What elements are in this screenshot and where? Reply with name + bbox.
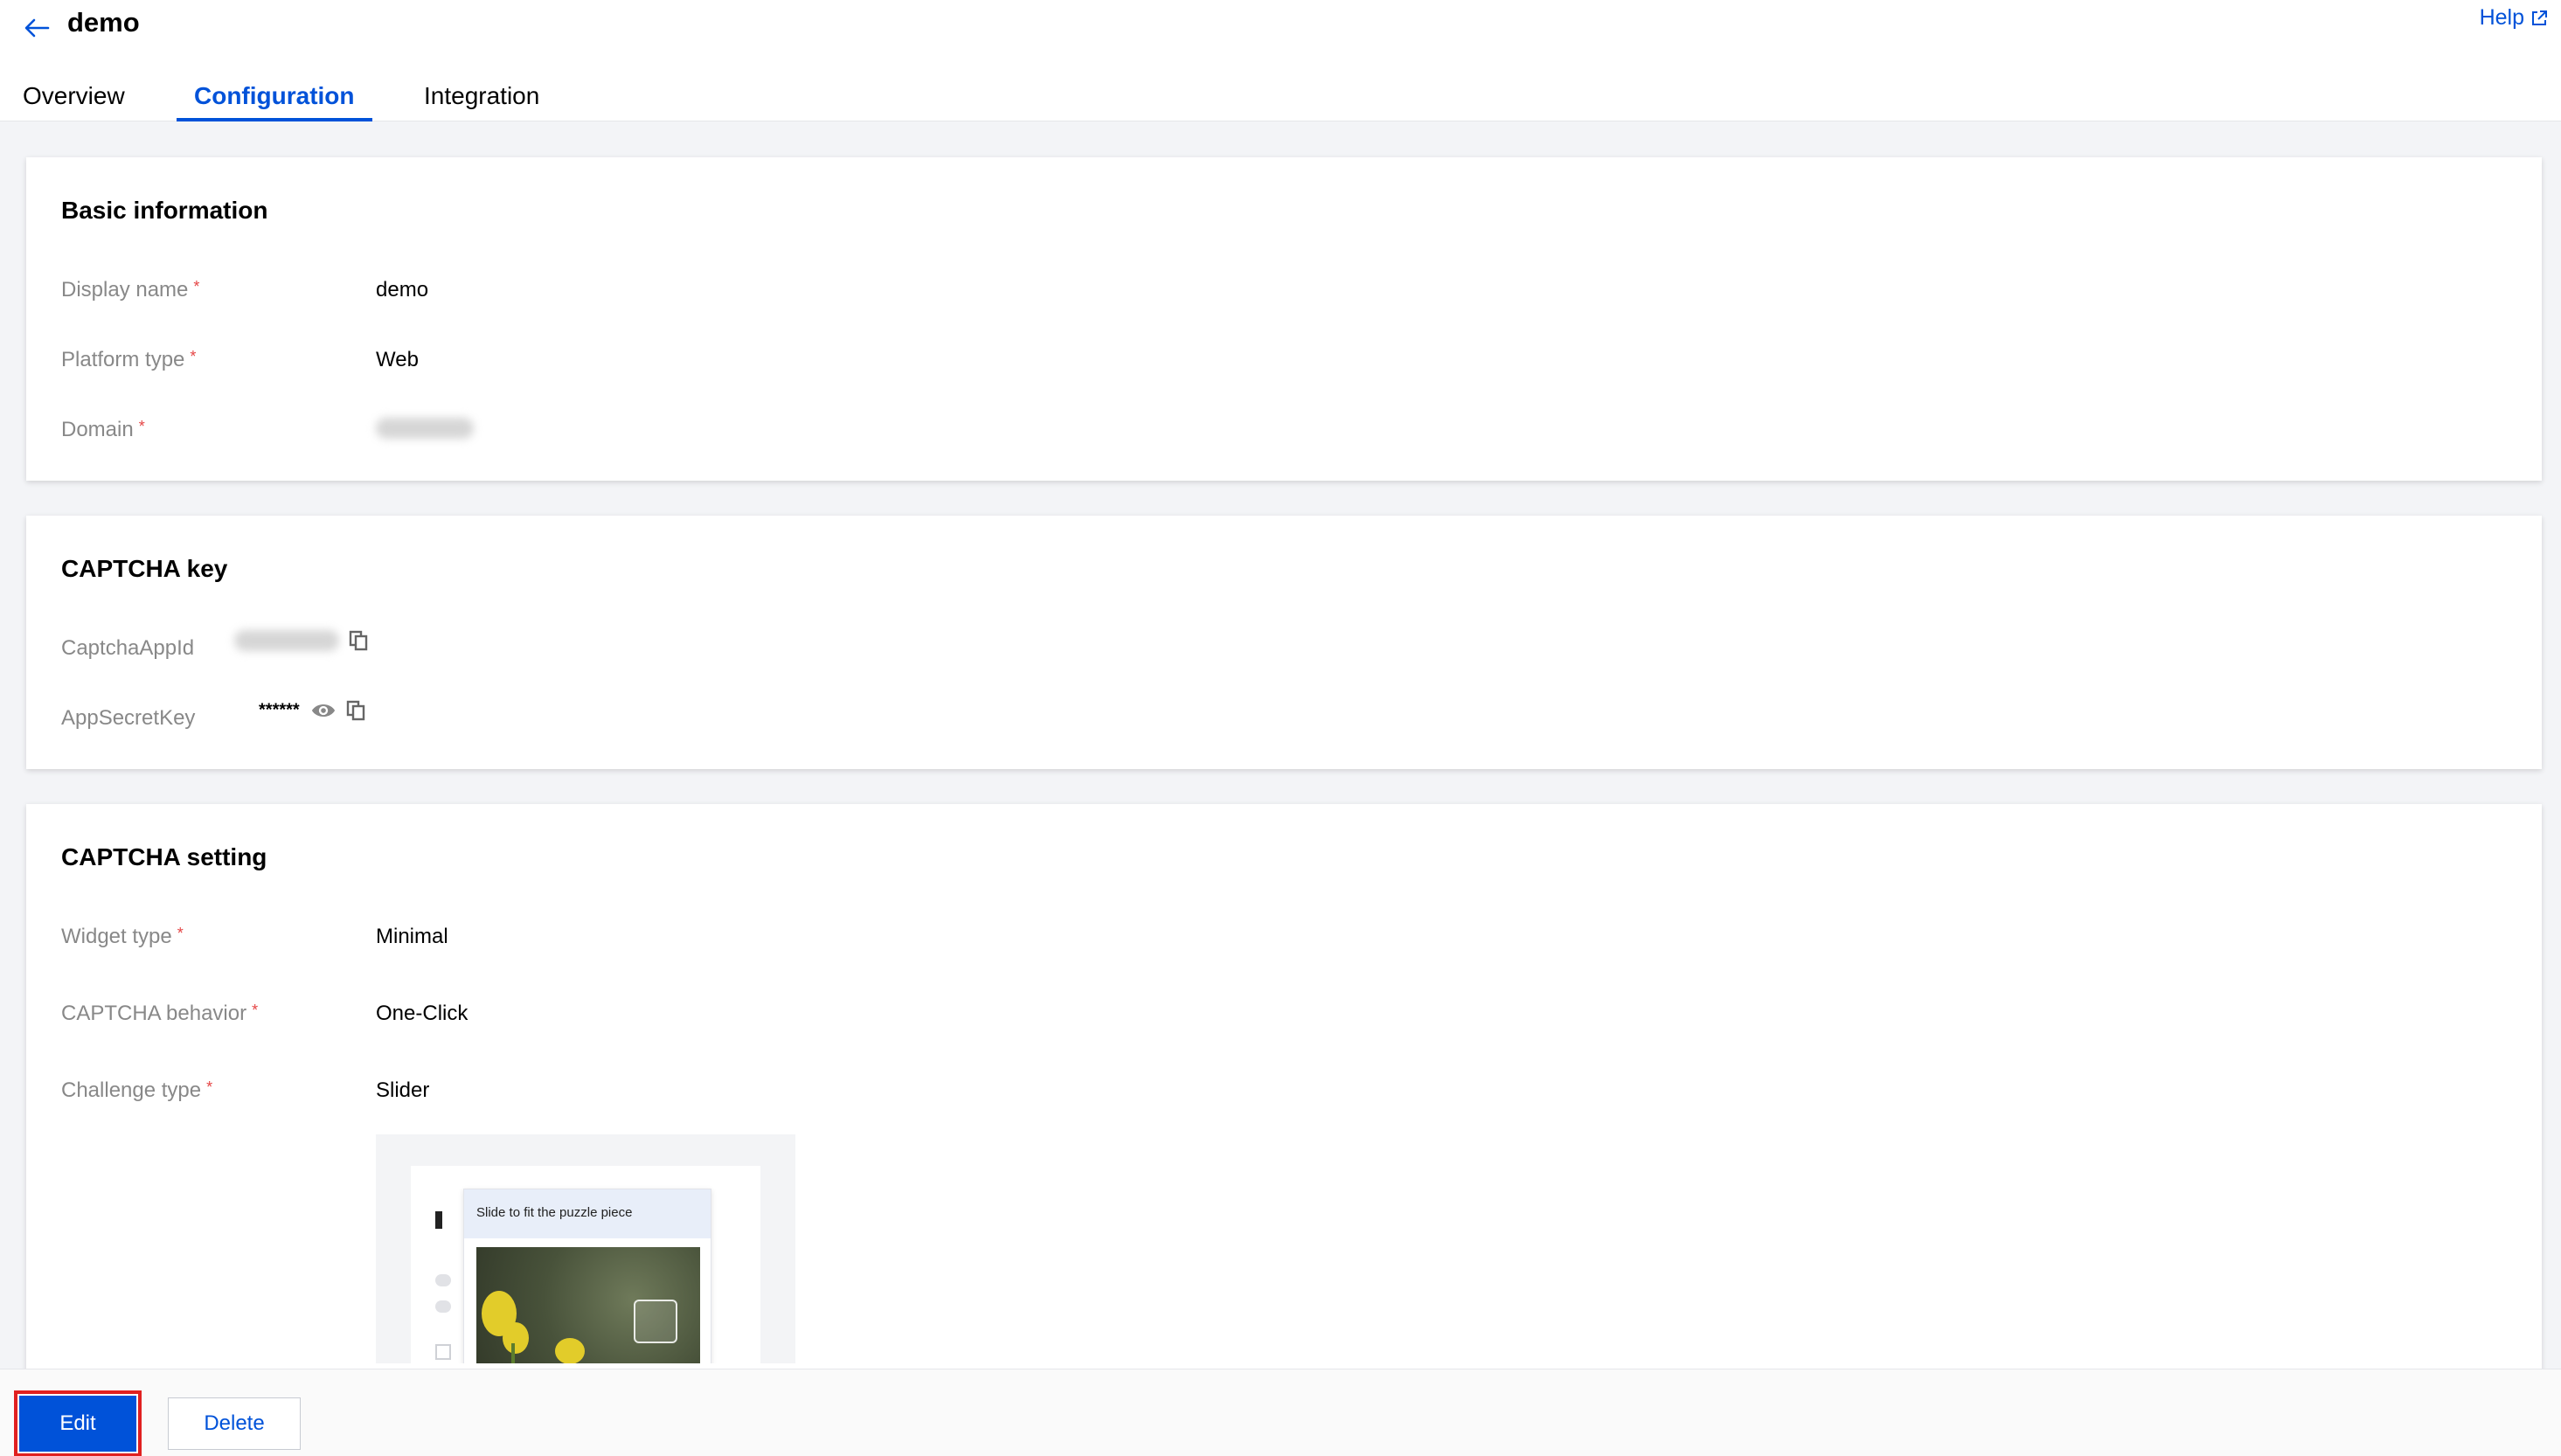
captcha-setting-card: CAPTCHA setting Widget type * Minimal CAP… [26, 804, 2542, 1416]
help-link-label: Help [2479, 5, 2524, 30]
slider-prompt: Slide to fit the puzzle piece [464, 1189, 711, 1238]
platform-type-label: Platform type * [61, 348, 197, 371]
card-title: CAPTCHA setting [61, 843, 267, 870]
arrow-left-icon [24, 18, 50, 38]
display-name-label: Display name * [61, 278, 200, 302]
copy-secret-button[interactable] [343, 697, 369, 724]
captcha-preview-image: Slide to fit the puzzle piece [376, 1134, 795, 1363]
reveal-secret-button[interactable] [310, 697, 337, 724]
required-marker: * [193, 278, 200, 295]
required-marker: * [190, 348, 197, 365]
widget-type-label: Widget type * [61, 925, 184, 948]
card-title: CAPTCHA key [61, 555, 228, 582]
secret-masked-text: ****** [259, 700, 300, 720]
display-name-value: demo [376, 278, 429, 302]
domain-label: Domain * [61, 418, 145, 441]
challenge-type-value: Slider [376, 1078, 430, 1102]
app-secret-key-value: ****** [259, 697, 369, 724]
required-marker: * [177, 925, 184, 942]
captcha-behavior-value: One-Click [376, 1002, 468, 1025]
basic-information-card: Basic information Display name * demo Pla… [26, 157, 2542, 481]
captcha-key-card: CAPTCHA key CaptchaAppId AppSecretKey **… [26, 516, 2542, 769]
copy-app-id-button[interactable] [345, 627, 371, 654]
required-marker: * [252, 1002, 259, 1019]
captcha-app-id-value [234, 627, 371, 654]
edit-button[interactable]: Edit [14, 1390, 142, 1456]
challenge-type-label: Challenge type * [61, 1078, 213, 1102]
external-link-icon [2532, 10, 2547, 25]
app-secret-key-label: AppSecretKey [61, 706, 196, 730]
help-link[interactable]: Help [2480, 5, 2549, 31]
platform-type-value: Web [376, 348, 419, 371]
card-title: Basic information [61, 197, 268, 224]
captcha-behavior-label: CAPTCHA behavior * [61, 1002, 259, 1025]
domain-value-masked [376, 418, 474, 445]
puzzle-image [476, 1247, 700, 1363]
back-button[interactable] [19, 10, 54, 45]
slider-captcha-popup: Slide to fit the puzzle piece [463, 1189, 711, 1363]
required-marker: * [206, 1078, 213, 1096]
page-title: demo [67, 7, 140, 38]
eye-icon [312, 704, 336, 718]
copy-icon [349, 630, 367, 651]
puzzle-slot [634, 1300, 677, 1343]
required-marker: * [138, 418, 145, 435]
tab-overview[interactable]: Overview [5, 77, 142, 121]
tab-integration[interactable]: Integration [406, 77, 557, 121]
page-header: demo Help Overview Configuration Integra… [0, 0, 2561, 121]
copy-icon [346, 700, 365, 721]
widget-type-value: Minimal [376, 925, 448, 948]
delete-button[interactable]: Delete [168, 1397, 301, 1450]
action-bar: Edit Delete [0, 1369, 2561, 1456]
tab-configuration[interactable]: Configuration [177, 77, 372, 121]
captcha-app-id-label: CaptchaAppId [61, 636, 195, 660]
